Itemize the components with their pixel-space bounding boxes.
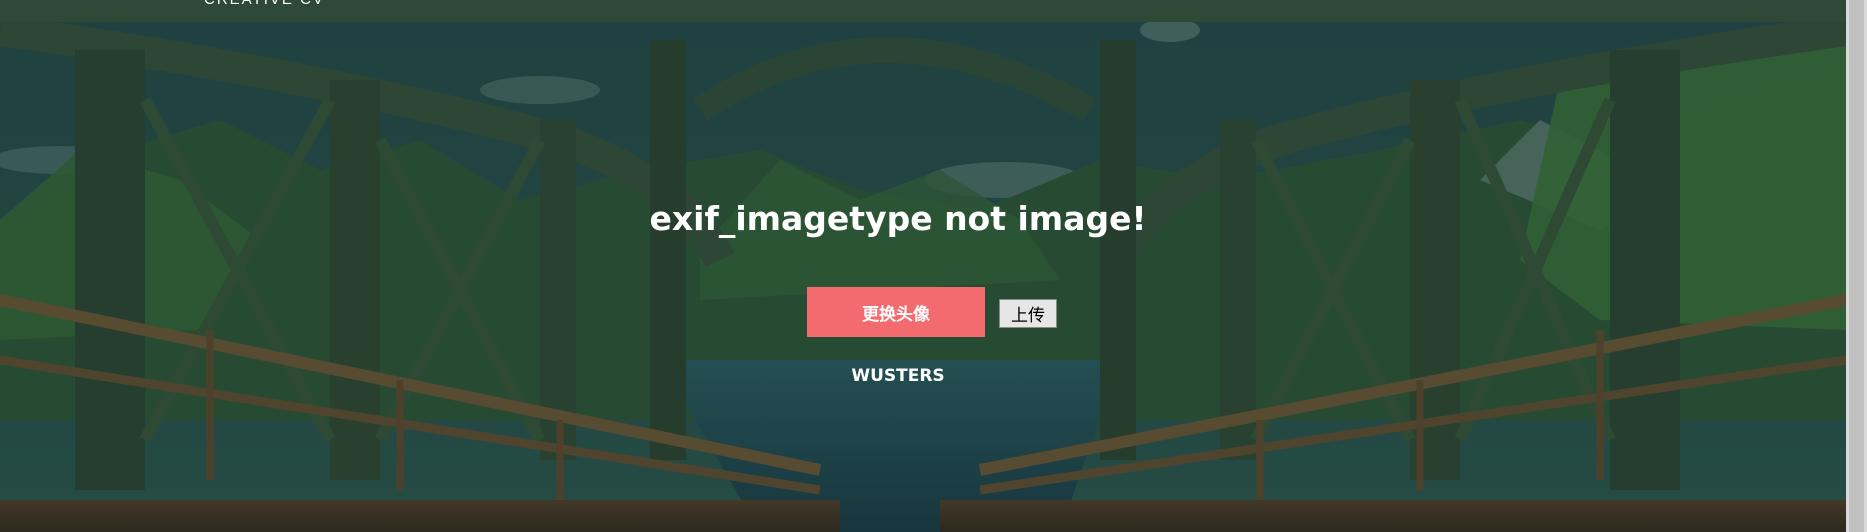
scrollbar-thumb[interactable] (1849, 0, 1864, 532)
change-avatar-button[interactable]: 更换头像 (807, 287, 985, 337)
page-viewport: CREATIVE CV exif_imagetype not image! 更换… (0, 0, 1846, 532)
brand-logo-text: CREATIVE CV (204, 0, 325, 8)
username-label: WUSTERS (851, 366, 945, 386)
upload-button[interactable]: 上传 (999, 299, 1057, 328)
vertical-scrollbar[interactable] (1846, 0, 1867, 532)
status-message: exif_imagetype not image! (649, 199, 1147, 238)
background-image (0, 0, 1846, 532)
